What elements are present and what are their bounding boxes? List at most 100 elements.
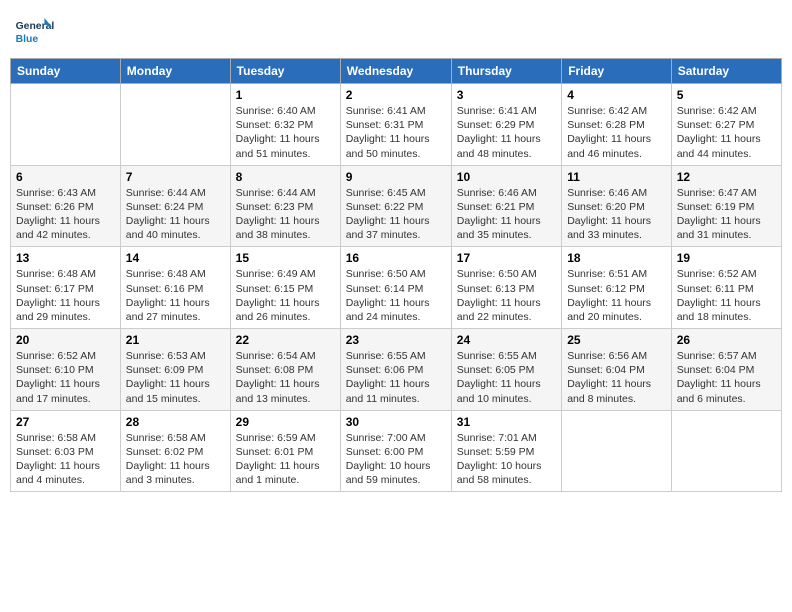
calendar-cell: 18 Sunrise: 6:51 AM Sunset: 6:12 PM Dayli… xyxy=(562,247,672,329)
calendar-week-3: 13 Sunrise: 6:48 AM Sunset: 6:17 PM Dayli… xyxy=(11,247,782,329)
day-number: 16 xyxy=(346,251,446,265)
day-detail: Sunrise: 6:59 AM Sunset: 6:01 PM Dayligh… xyxy=(236,431,335,488)
day-detail: Sunrise: 6:40 AM Sunset: 6:32 PM Dayligh… xyxy=(236,104,335,161)
day-detail: Sunrise: 6:55 AM Sunset: 6:05 PM Dayligh… xyxy=(457,349,556,406)
day-number: 14 xyxy=(126,251,225,265)
day-detail: Sunrise: 6:58 AM Sunset: 6:03 PM Dayligh… xyxy=(16,431,115,488)
day-detail: Sunrise: 6:52 AM Sunset: 6:11 PM Dayligh… xyxy=(677,267,776,324)
day-number: 18 xyxy=(567,251,666,265)
day-detail: Sunrise: 6:56 AM Sunset: 6:04 PM Dayligh… xyxy=(567,349,666,406)
day-number: 28 xyxy=(126,415,225,429)
calendar-cell: 17 Sunrise: 6:50 AM Sunset: 6:13 PM Dayli… xyxy=(451,247,561,329)
column-header-saturday: Saturday xyxy=(671,59,781,84)
day-number: 8 xyxy=(236,170,335,184)
day-number: 2 xyxy=(346,88,446,102)
calendar-week-4: 20 Sunrise: 6:52 AM Sunset: 6:10 PM Dayli… xyxy=(11,329,782,411)
day-detail: Sunrise: 6:41 AM Sunset: 6:29 PM Dayligh… xyxy=(457,104,556,161)
day-detail: Sunrise: 6:55 AM Sunset: 6:06 PM Dayligh… xyxy=(346,349,446,406)
calendar-cell: 7 Sunrise: 6:44 AM Sunset: 6:24 PM Daylig… xyxy=(120,165,230,247)
calendar-cell: 3 Sunrise: 6:41 AM Sunset: 6:29 PM Daylig… xyxy=(451,84,561,166)
calendar-cell: 15 Sunrise: 6:49 AM Sunset: 6:15 PM Dayli… xyxy=(230,247,340,329)
calendar-cell: 27Sunrise: 6:58 AM Sunset: 6:03 PM Dayli… xyxy=(11,410,121,492)
calendar-cell: 2 Sunrise: 6:41 AM Sunset: 6:31 PM Daylig… xyxy=(340,84,451,166)
calendar-cell: 16 Sunrise: 6:50 AM Sunset: 6:14 PM Dayli… xyxy=(340,247,451,329)
day-detail: Sunrise: 6:48 AM Sunset: 6:17 PM Dayligh… xyxy=(16,267,115,324)
calendar-cell: 6Sunrise: 6:43 AM Sunset: 6:26 PM Daylig… xyxy=(11,165,121,247)
day-detail: Sunrise: 6:50 AM Sunset: 6:14 PM Dayligh… xyxy=(346,267,446,324)
day-number: 7 xyxy=(126,170,225,184)
day-detail: Sunrise: 6:44 AM Sunset: 6:23 PM Dayligh… xyxy=(236,186,335,243)
page-header: General Blue xyxy=(10,10,782,50)
calendar-cell: 31 Sunrise: 7:01 AM Sunset: 5:59 PM Dayli… xyxy=(451,410,561,492)
column-header-thursday: Thursday xyxy=(451,59,561,84)
calendar-cell xyxy=(120,84,230,166)
calendar-cell: 5 Sunrise: 6:42 AM Sunset: 6:27 PM Daylig… xyxy=(671,84,781,166)
calendar-cell: 25Sunrise: 6:56 AM Sunset: 6:04 PM Dayli… xyxy=(562,329,672,411)
calendar-cell: 13 Sunrise: 6:48 AM Sunset: 6:17 PM Dayli… xyxy=(11,247,121,329)
day-number: 24 xyxy=(457,333,556,347)
calendar-cell: 22 Sunrise: 6:54 AM Sunset: 6:08 PM Dayli… xyxy=(230,329,340,411)
calendar-cell: 29 Sunrise: 6:59 AM Sunset: 6:01 PM Dayli… xyxy=(230,410,340,492)
column-header-sunday: Sunday xyxy=(11,59,121,84)
calendar-week-1: 1 Sunrise: 6:40 AM Sunset: 6:32 PM Daylig… xyxy=(11,84,782,166)
day-detail: Sunrise: 7:01 AM Sunset: 5:59 PM Dayligh… xyxy=(457,431,556,488)
calendar-cell xyxy=(562,410,672,492)
day-number: 31 xyxy=(457,415,556,429)
day-number: 5 xyxy=(677,88,776,102)
day-number: 4 xyxy=(567,88,666,102)
day-number: 26 xyxy=(677,333,776,347)
calendar-cell: 12 Sunrise: 6:47 AM Sunset: 6:19 PM Dayli… xyxy=(671,165,781,247)
day-number: 1 xyxy=(236,88,335,102)
day-detail: Sunrise: 6:42 AM Sunset: 6:28 PM Dayligh… xyxy=(567,104,666,161)
day-number: 19 xyxy=(677,251,776,265)
day-detail: Sunrise: 7:00 AM Sunset: 6:00 PM Dayligh… xyxy=(346,431,446,488)
calendar-cell: 28Sunrise: 6:58 AM Sunset: 6:02 PM Dayli… xyxy=(120,410,230,492)
day-detail: Sunrise: 6:44 AM Sunset: 6:24 PM Dayligh… xyxy=(126,186,225,243)
day-number: 12 xyxy=(677,170,776,184)
calendar-cell: 19 Sunrise: 6:52 AM Sunset: 6:11 PM Dayli… xyxy=(671,247,781,329)
column-header-wednesday: Wednesday xyxy=(340,59,451,84)
day-number: 9 xyxy=(346,170,446,184)
day-detail: Sunrise: 6:46 AM Sunset: 6:20 PM Dayligh… xyxy=(567,186,666,243)
day-detail: Sunrise: 6:53 AM Sunset: 6:09 PM Dayligh… xyxy=(126,349,225,406)
day-detail: Sunrise: 6:52 AM Sunset: 6:10 PM Dayligh… xyxy=(16,349,115,406)
calendar-cell: 24 Sunrise: 6:55 AM Sunset: 6:05 PM Dayli… xyxy=(451,329,561,411)
calendar-cell: 23 Sunrise: 6:55 AM Sunset: 6:06 PM Dayli… xyxy=(340,329,451,411)
day-detail: Sunrise: 6:54 AM Sunset: 6:08 PM Dayligh… xyxy=(236,349,335,406)
day-number: 17 xyxy=(457,251,556,265)
column-header-monday: Monday xyxy=(120,59,230,84)
day-detail: Sunrise: 6:42 AM Sunset: 6:27 PM Dayligh… xyxy=(677,104,776,161)
calendar-cell: 11 Sunrise: 6:46 AM Sunset: 6:20 PM Dayli… xyxy=(562,165,672,247)
calendar-cell: 14 Sunrise: 6:48 AM Sunset: 6:16 PM Dayli… xyxy=(120,247,230,329)
calendar-cell: 20 Sunrise: 6:52 AM Sunset: 6:10 PM Dayli… xyxy=(11,329,121,411)
calendar-cell: 30Sunrise: 7:00 AM Sunset: 6:00 PM Dayli… xyxy=(340,410,451,492)
calendar-header: SundayMondayTuesdayWednesdayThursdayFrid… xyxy=(11,59,782,84)
calendar-cell: 8 Sunrise: 6:44 AM Sunset: 6:23 PM Daylig… xyxy=(230,165,340,247)
calendar-week-2: 6Sunrise: 6:43 AM Sunset: 6:26 PM Daylig… xyxy=(11,165,782,247)
day-detail: Sunrise: 6:51 AM Sunset: 6:12 PM Dayligh… xyxy=(567,267,666,324)
day-detail: Sunrise: 6:41 AM Sunset: 6:31 PM Dayligh… xyxy=(346,104,446,161)
day-number: 15 xyxy=(236,251,335,265)
logo: General Blue xyxy=(14,10,58,50)
day-number: 13 xyxy=(16,251,115,265)
day-detail: Sunrise: 6:47 AM Sunset: 6:19 PM Dayligh… xyxy=(677,186,776,243)
column-header-friday: Friday xyxy=(562,59,672,84)
day-number: 23 xyxy=(346,333,446,347)
calendar-week-5: 27Sunrise: 6:58 AM Sunset: 6:03 PM Dayli… xyxy=(11,410,782,492)
calendar-cell xyxy=(671,410,781,492)
day-number: 11 xyxy=(567,170,666,184)
calendar-cell: 4 Sunrise: 6:42 AM Sunset: 6:28 PM Daylig… xyxy=(562,84,672,166)
calendar-cell: 21 Sunrise: 6:53 AM Sunset: 6:09 PM Dayli… xyxy=(120,329,230,411)
day-number: 3 xyxy=(457,88,556,102)
day-detail: Sunrise: 6:48 AM Sunset: 6:16 PM Dayligh… xyxy=(126,267,225,324)
calendar-body: 1 Sunrise: 6:40 AM Sunset: 6:32 PM Daylig… xyxy=(11,84,782,492)
day-number: 22 xyxy=(236,333,335,347)
calendar-table: SundayMondayTuesdayWednesdayThursdayFrid… xyxy=(10,58,782,492)
day-number: 20 xyxy=(16,333,115,347)
day-number: 29 xyxy=(236,415,335,429)
day-detail: Sunrise: 6:50 AM Sunset: 6:13 PM Dayligh… xyxy=(457,267,556,324)
svg-text:Blue: Blue xyxy=(16,34,39,45)
column-header-tuesday: Tuesday xyxy=(230,59,340,84)
day-number: 21 xyxy=(126,333,225,347)
day-detail: Sunrise: 6:49 AM Sunset: 6:15 PM Dayligh… xyxy=(236,267,335,324)
